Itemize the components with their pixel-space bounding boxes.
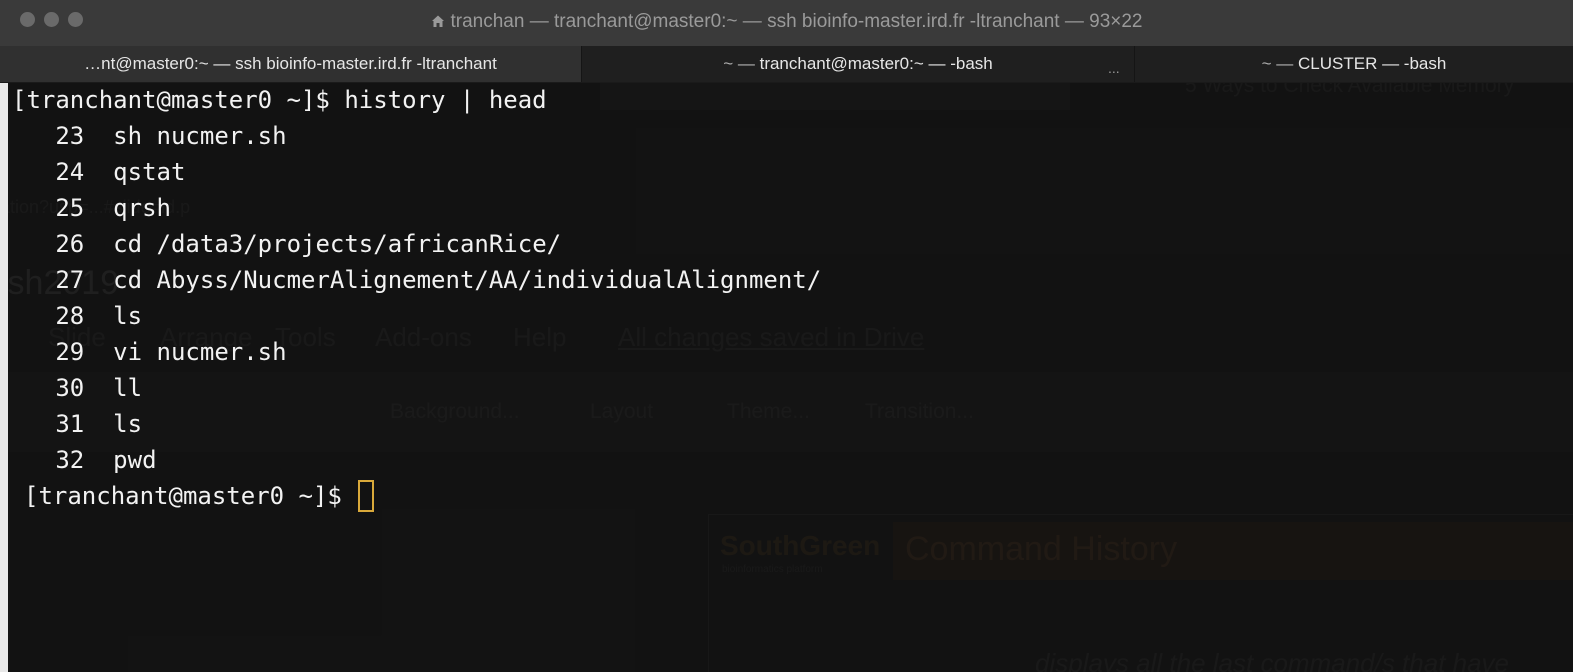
terminal-prompt: [tranchant@master0 ~]$ <box>24 482 357 510</box>
history-line: 24 qstat <box>55 158 186 186</box>
title-bar[interactable]: tranchan — tranchant@master0:~ — ssh bio… <box>0 0 1573 47</box>
tab-bash-master0[interactable]: ~ — tranchant@master0:~ — -bash <box>582 46 1135 82</box>
tab-ssh-session[interactable]: …nt@master0:~ — ssh bioinfo-master.ird.f… <box>0 46 582 82</box>
terminal-cursor <box>358 480 375 512</box>
tab-label-prefix: ~ — <box>723 54 760 73</box>
history-line: 32 pwd <box>55 446 157 474</box>
terminal-prompt-line[interactable]: [tranchant@master0 ~]$ <box>24 478 375 514</box>
terminal-window: 5 Ways to Check Available Memory ation?u… <box>0 0 1573 672</box>
terminal-command-line: [tranchant@master0 ~]$ history | head <box>12 86 547 114</box>
tab-overflow-indicator: ... <box>1108 60 1120 76</box>
window-title-text: tranchan — tranchant@master0:~ — ssh bio… <box>450 11 1143 32</box>
home-icon <box>431 15 444 27</box>
history-line: 27 cd Abyss/NucmerAlignement/AA/individu… <box>55 266 822 294</box>
window-left-edge <box>0 82 8 672</box>
history-line: 25 qrsh <box>55 194 171 222</box>
tab-cluster-bash[interactable]: ~ — CLUSTER — -bash <box>1135 46 1573 82</box>
tab-label: …nt@master0:~ — ssh bioinfo-master.ird.f… <box>84 54 497 73</box>
window-title: tranchan — tranchant@master0:~ — ssh bio… <box>0 11 1573 33</box>
tab-label: CLUSTER — -bash <box>1298 54 1447 73</box>
terminal-content-area[interactable] <box>0 82 1573 672</box>
history-line: 28 ls <box>55 302 143 330</box>
history-line: 30 ll <box>55 374 143 402</box>
history-line: 31 ls <box>55 410 143 438</box>
tab-label: tranchant@master0:~ — -bash <box>759 54 993 73</box>
tab-bar: …nt@master0:~ — ssh bioinfo-master.ird.f… <box>0 46 1573 83</box>
history-line: 26 cd /data3/projects/africanRice/ <box>55 230 562 258</box>
tab-label-prefix: ~ — <box>1261 54 1299 73</box>
history-line: 23 sh nucmer.sh <box>55 122 287 150</box>
history-line: 29 vi nucmer.sh <box>55 338 287 366</box>
